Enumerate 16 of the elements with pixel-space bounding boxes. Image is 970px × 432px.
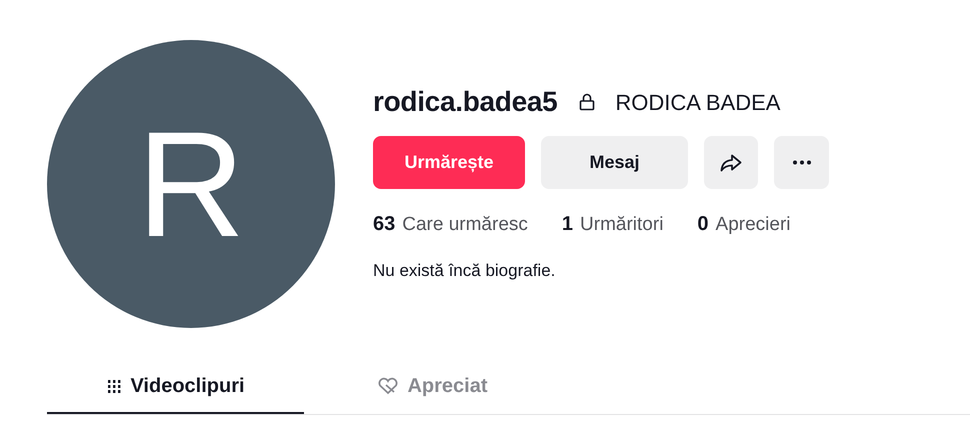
heart-icon xyxy=(377,377,400,395)
message-button[interactable]: Mesaj xyxy=(541,136,688,189)
stat-text: 1 Urmăritori xyxy=(562,212,664,237)
profile-tab[interactable]: Videoclipuri xyxy=(47,360,304,414)
share-arrow-icon xyxy=(720,154,742,172)
avatar-letter: R xyxy=(136,109,246,259)
username: rodica.badea5 xyxy=(373,85,558,119)
follow-button[interactable]: Urmărește xyxy=(373,136,525,189)
lock-icon xyxy=(579,93,596,111)
display-name: RODICA BADEA xyxy=(615,88,780,116)
stat-text: 0 Aprecieri xyxy=(697,212,791,237)
more-icon xyxy=(792,160,812,165)
stat-text: 63 Care urmăresc xyxy=(373,212,528,237)
bio-text: Nu există încă biografie. xyxy=(373,260,556,282)
grid-icon xyxy=(106,378,122,394)
share-button[interactable] xyxy=(704,136,758,189)
